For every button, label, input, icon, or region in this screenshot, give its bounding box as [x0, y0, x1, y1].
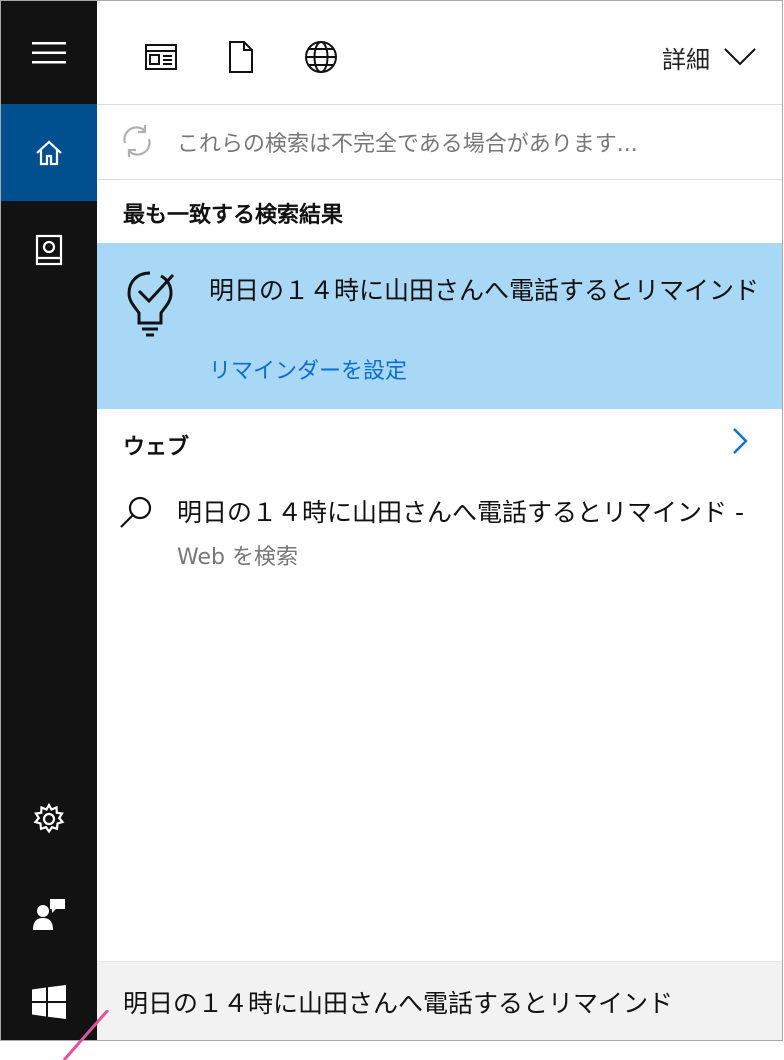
search-input-value[interactable]: 明日の１４時に山田さんへ電話するとリマインド	[123, 984, 673, 1020]
web-filter-button[interactable]	[303, 39, 339, 75]
feedback-button[interactable]	[1, 867, 97, 961]
details-label: 詳細	[662, 45, 710, 74]
notice-text: これらの検索は不完全である場合があります...	[177, 132, 638, 157]
set-reminder-link[interactable]: リマインダーを設定	[209, 353, 407, 385]
document-icon	[229, 41, 253, 73]
search-icon	[120, 496, 152, 528]
hamburger-menu-icon	[32, 41, 66, 63]
best-match-result[interactable]: 明日の１４時に山田さんへ電話するとリマインド リマインダーを設定	[97, 243, 782, 409]
document-filter-button[interactable]	[223, 39, 259, 75]
home-icon	[36, 140, 62, 165]
details-dropdown[interactable]: 詳細	[662, 37, 756, 77]
best-match-title: 明日の１４時に山田さんへ電話するとリマインド	[209, 276, 760, 305]
web-search-result[interactable]: 明日の１４時に山田さんへ電話するとリマインド - Web を検索	[97, 481, 782, 581]
gear-icon	[33, 802, 65, 834]
notebook-icon	[35, 234, 63, 265]
web-search-subtitle: Web を検索	[177, 545, 298, 570]
top-toolbar: 詳細	[97, 1, 782, 104]
refresh-icon	[123, 125, 151, 157]
cortana-panel: 詳細 これらの検索は不完全である場合があります... 最も一致する検索結果 明日…	[0, 0, 783, 1041]
web-heading: ウェブ	[123, 435, 190, 460]
globe-icon	[305, 41, 337, 73]
incomplete-search-notice: これらの検索は不完全である場合があります...	[97, 104, 782, 180]
search-box[interactable]: 明日の１４時に山田さんへ電話するとリマインド	[97, 961, 782, 1040]
feedback-icon	[33, 899, 65, 930]
chevron-down-icon	[724, 48, 756, 66]
news-icon	[145, 44, 177, 70]
reminder-lightbulb-icon	[127, 271, 175, 337]
left-rail	[1, 1, 97, 961]
settings-button[interactable]	[1, 771, 97, 867]
hamburger-menu-button[interactable]	[1, 1, 97, 104]
web-search-query: 明日の１４時に山田さんへ電話するとリマインド -	[177, 498, 744, 527]
best-match-heading: 最も一致する検索結果	[123, 203, 344, 228]
news-filter-button[interactable]	[143, 39, 179, 75]
notebook-button[interactable]	[1, 201, 97, 298]
annotation-pointer	[62, 1010, 110, 1060]
home-button[interactable]	[1, 104, 97, 201]
chevron-right-icon[interactable]	[732, 427, 748, 455]
